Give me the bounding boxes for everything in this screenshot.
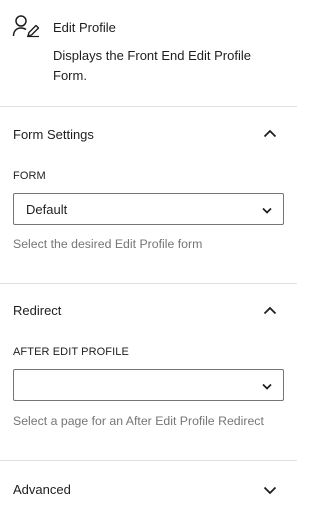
redirect-help-text: Select a page for an After Edit Profile …	[13, 414, 264, 428]
panel-form-settings-toggle[interactable]: Form Settings	[0, 107, 297, 159]
panel-advanced-toggle[interactable]: Advanced	[0, 461, 297, 511]
panel-title: Advanced	[13, 482, 71, 497]
form-field-label: FORM	[13, 170, 46, 182]
chevron-up-icon[interactable]	[261, 302, 279, 320]
redirect-select[interactable]	[13, 369, 284, 401]
panel-advanced: Advanced	[0, 461, 297, 511]
user-edit-icon	[12, 14, 40, 38]
after-edit-profile-label: AFTER EDIT PROFILE	[13, 346, 129, 358]
chevron-up-icon[interactable]	[261, 125, 279, 143]
form-help-text: Select the desired Edit Profile form	[13, 237, 203, 251]
chevron-down-icon	[260, 379, 274, 393]
block-title: Edit Profile	[53, 20, 116, 35]
panel-title: Form Settings	[13, 127, 94, 142]
block-description: Displays the Front End Edit Profile Form…	[53, 48, 251, 83]
form-select-value: Default	[26, 202, 68, 217]
chevron-down-icon[interactable]	[261, 481, 279, 499]
panel-title: Redirect	[13, 303, 62, 318]
panel-redirect: Redirect AFTER EDIT PROFILE Select a pag…	[0, 284, 297, 461]
block-card: Edit Profile Displays the Front End Edit…	[0, 0, 297, 107]
panel-redirect-toggle[interactable]: Redirect	[0, 284, 297, 336]
chevron-down-icon	[260, 203, 274, 217]
form-select[interactable]: Default	[13, 193, 284, 225]
panel-form-settings: Form Settings FORM Default Select the de…	[0, 107, 297, 284]
